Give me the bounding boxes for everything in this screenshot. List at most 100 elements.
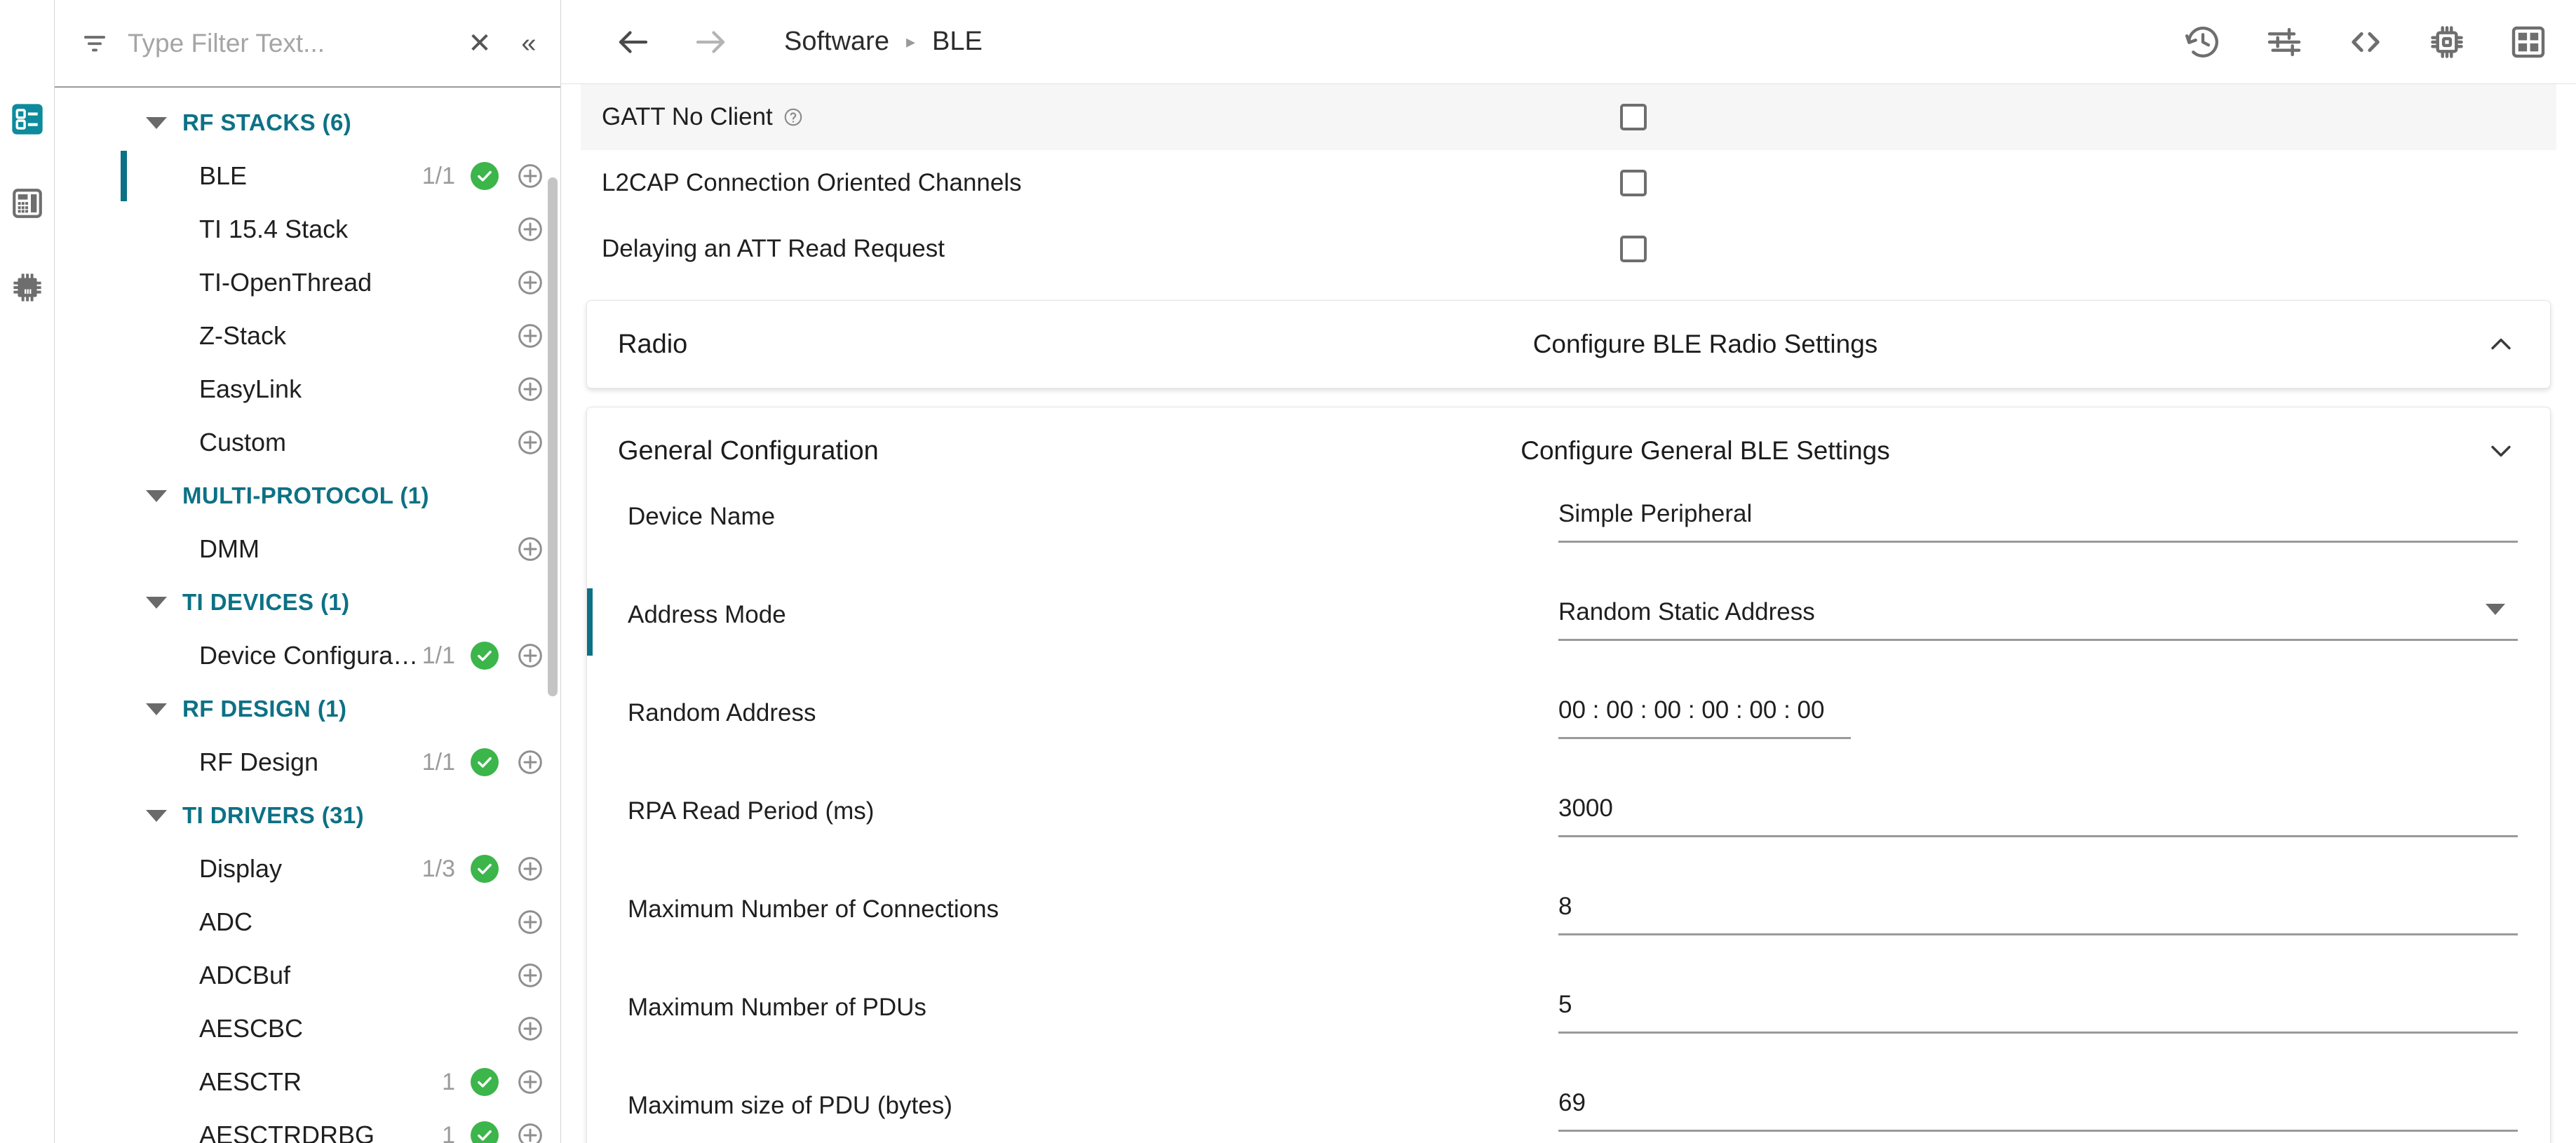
setting-field-input[interactable]: Simple Peripheral — [1558, 500, 2518, 543]
field-underline — [1558, 541, 2518, 543]
add-module-icon[interactable] — [515, 854, 545, 884]
chip-icon[interactable] — [2423, 18, 2471, 66]
tree-item[interactable]: TI 15.4 Stack — [55, 203, 560, 256]
tree-group-header[interactable]: MULTI-PROTOCOL (1) — [55, 469, 560, 522]
filter-clear-icon[interactable]: ✕ — [461, 29, 498, 58]
tree-item[interactable]: Display1/3 — [55, 842, 560, 895]
code-brackets-icon[interactable] — [2342, 18, 2389, 66]
layout-dashboard-icon[interactable] — [2504, 18, 2552, 66]
tree-item[interactable]: EasyLink — [55, 363, 560, 416]
setting-checkbox-row[interactable]: L2CAP Connection Oriented Channels — [581, 150, 2556, 216]
add-module-icon[interactable] — [515, 534, 545, 564]
add-module-icon[interactable] — [515, 1014, 545, 1043]
history-icon[interactable] — [2179, 18, 2227, 66]
rail-item-chip[interactable] — [9, 269, 46, 306]
field-spacer — [587, 855, 2518, 887]
add-module-icon[interactable] — [515, 907, 545, 937]
icon-rail — [0, 0, 55, 1143]
chevron-up-icon[interactable] — [2484, 329, 2518, 360]
tree-item[interactable]: DMM — [55, 522, 560, 576]
settings-content[interactable]: GATT No Client L2CAP Connection Oriented … — [561, 84, 2576, 1143]
setting-label-text: GATT No Client — [602, 103, 773, 131]
add-module-icon[interactable] — [515, 374, 545, 404]
breadcrumb-item-software[interactable]: Software — [784, 27, 889, 57]
tree-group-header[interactable]: RF STACKS (6) — [55, 96, 560, 149]
tree-group-label: TI DEVICES (1) — [182, 589, 349, 616]
tree-item[interactable]: AESCBC — [55, 1002, 560, 1055]
tree-item[interactable]: TI-OpenThread — [55, 256, 560, 309]
setting-checkbox[interactable] — [1620, 170, 1647, 196]
settings-card-header[interactable]: RadioConfigure BLE Radio Settings — [587, 301, 2550, 388]
help-icon[interactable] — [783, 107, 804, 128]
rail-item-calculator[interactable] — [9, 185, 46, 222]
settings-card-body: Device NameSimple PeripheralAddress Mode… — [587, 494, 2550, 1143]
add-module-icon[interactable] — [515, 641, 545, 670]
add-module-icon[interactable] — [515, 268, 545, 297]
status-check-icon — [471, 1068, 499, 1096]
setting-field-input[interactable]: 8 — [1558, 893, 2518, 935]
tree-item-label: EasyLink — [199, 374, 515, 404]
setting-field-label: Address Mode — [587, 598, 1558, 629]
filter-input[interactable] — [109, 29, 461, 58]
tree-item[interactable]: Device Configurat…1/1 — [55, 629, 560, 682]
setting-field-input[interactable]: 69 — [1558, 1089, 2518, 1132]
arrow-left-icon[interactable] — [612, 20, 655, 64]
settings-card: RadioConfigure BLE Radio Settings — [586, 300, 2551, 388]
setting-checkbox[interactable] — [1620, 236, 1647, 262]
add-module-icon[interactable] — [515, 1121, 545, 1143]
setting-field-value: 69 — [1558, 1089, 2518, 1130]
add-module-icon[interactable] — [515, 961, 545, 990]
chevron-down-icon[interactable] — [2484, 435, 2518, 466]
tree-item[interactable]: ADC — [55, 895, 560, 949]
settings-card-title: Radio — [618, 330, 1039, 360]
tree-item[interactable]: AESCTRDRBG1 — [55, 1109, 560, 1143]
tree-item[interactable]: Custom — [55, 416, 560, 469]
tree-scroll-area[interactable]: RF STACKS (6) BLE1/1TI 15.4 StackTI-OpenT… — [55, 88, 560, 1143]
setting-label-text: Delaying an ATT Read Request — [602, 235, 945, 263]
setting-field-label: Maximum Number of Connections — [587, 893, 1558, 924]
setting-field-row: Maximum size of PDU (bytes)69 — [587, 1083, 2518, 1143]
add-module-icon[interactable] — [515, 1067, 545, 1097]
setting-checkbox[interactable] — [1620, 104, 1647, 130]
field-underline — [1558, 639, 2518, 641]
tree-group-header[interactable]: TI DEVICES (1) — [55, 576, 560, 629]
field-underline — [1558, 835, 2518, 837]
add-module-icon[interactable] — [515, 748, 545, 777]
setting-checkbox-row[interactable]: Delaying an ATT Read Request — [581, 216, 2556, 282]
tree-item-count-badge: 1 — [442, 1122, 455, 1143]
add-module-icon[interactable] — [515, 321, 545, 351]
tree-group-label: TI DRIVERS (31) — [182, 802, 364, 829]
setting-field-row: Address ModeRandom Static Address — [587, 593, 2518, 658]
add-module-icon[interactable] — [515, 215, 545, 244]
settings-card: General ConfigurationConfigure General B… — [586, 407, 2551, 1143]
collapse-panel-icon[interactable]: « — [511, 30, 547, 57]
field-spacer — [587, 953, 2518, 985]
setting-field-row: RPA Read Period (ms)3000 — [587, 789, 2518, 855]
tree-scrollbar[interactable] — [548, 177, 558, 696]
setting-field-select[interactable]: Random Static Address — [1558, 598, 2518, 641]
setting-field-value: 3000 — [1558, 794, 2518, 835]
setting-checkbox-row[interactable]: GATT No Client — [581, 84, 2556, 150]
tree-group-label: RF STACKS (6) — [182, 109, 351, 136]
setting-field-input[interactable]: 00 : 00 : 00 : 00 : 00 : 00 — [1558, 696, 2518, 739]
tuning-sliders-icon[interactable] — [2260, 18, 2308, 66]
tree-item[interactable]: AESCTR1 — [55, 1055, 560, 1109]
add-module-icon[interactable] — [515, 428, 545, 457]
arrow-right-icon[interactable] — [689, 20, 732, 64]
setting-field-input[interactable]: 3000 — [1558, 794, 2518, 837]
settings-card-header[interactable]: General ConfigurationConfigure General B… — [587, 407, 2550, 494]
field-underline — [1558, 737, 1851, 739]
breadcrumb-item-ble[interactable]: BLE — [932, 27, 983, 57]
tree-item[interactable]: ADCBuf — [55, 949, 560, 1002]
add-module-icon[interactable] — [515, 161, 545, 191]
tree-item[interactable]: Z-Stack — [55, 309, 560, 363]
field-spacer — [587, 658, 2518, 691]
chevron-down-icon[interactable] — [2486, 604, 2505, 615]
status-check-icon — [471, 642, 499, 670]
rail-item-software-config[interactable] — [9, 101, 46, 137]
tree-group-header[interactable]: TI DRIVERS (31) — [55, 789, 560, 842]
setting-field-input[interactable]: 5 — [1558, 991, 2518, 1034]
tree-item[interactable]: BLE1/1 — [55, 149, 560, 203]
tree-item[interactable]: RF Design1/1 — [55, 736, 560, 789]
tree-group-header[interactable]: RF DESIGN (1) — [55, 682, 560, 736]
